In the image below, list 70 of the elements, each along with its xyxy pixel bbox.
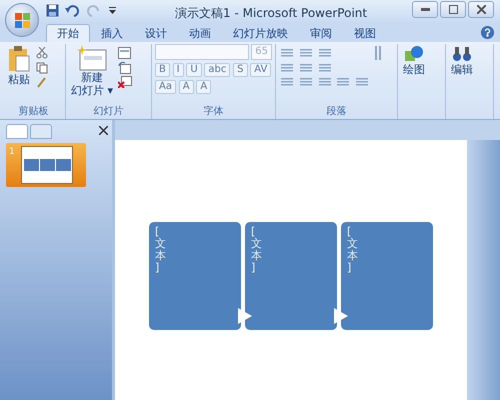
minimize-icon — [420, 8, 430, 11]
ribbon-tab[interactable]: 审阅 — [299, 24, 343, 42]
list-icon[interactable] — [316, 62, 332, 74]
shape-text: [文本] — [251, 226, 262, 274]
group-label: 段落 — [326, 105, 348, 119]
close-icon[interactable] — [99, 126, 108, 136]
close-icon — [476, 5, 486, 14]
reset-icon[interactable] — [118, 62, 132, 74]
list-icon[interactable] — [316, 46, 332, 59]
format-button[interactable]: A — [196, 80, 212, 94]
dropdown-icon[interactable] — [109, 7, 116, 14]
group-label: 幻灯片 — [92, 105, 124, 119]
window-title: 演示文稿1 - Microsoft PowerPoint — [175, 5, 368, 22]
format-button[interactable]: B — [155, 62, 170, 77]
drawing-button[interactable]: 绘图 — [401, 44, 427, 77]
shapes-icon — [404, 45, 424, 63]
ribbon-tab[interactable]: 幻灯片放映 — [222, 24, 299, 42]
ribbon-tab[interactable]: 开始 — [46, 24, 90, 42]
group-label: 剪贴板 — [18, 105, 50, 119]
list-icon[interactable] — [298, 62, 314, 74]
font-size-field[interactable]: 65 — [251, 44, 272, 60]
format-button[interactable]: A — [178, 80, 194, 94]
text-shape[interactable]: [文本] — [245, 222, 337, 330]
brush-icon[interactable] — [36, 76, 48, 88]
layout-icon[interactable] — [118, 46, 132, 59]
list-icon[interactable] — [298, 46, 314, 59]
maximize-icon — [448, 5, 458, 14]
ribbon-tab[interactable]: 插入 — [90, 24, 134, 42]
group-label: 字体 — [202, 105, 224, 119]
scissors-icon[interactable] — [36, 46, 48, 59]
binoculars-icon — [452, 45, 472, 63]
shape-text: [文本] — [155, 226, 166, 274]
align-icon[interactable] — [354, 76, 370, 88]
shape-text: [文本] — [347, 226, 358, 274]
align-icon[interactable] — [298, 76, 314, 88]
ribbon-tab[interactable]: 动画 — [178, 24, 222, 42]
ribbon-tab[interactable]: 设计 — [134, 24, 178, 42]
align-icon[interactable] — [335, 76, 352, 88]
slide-number: 1 — [9, 146, 16, 159]
copy-icon[interactable] — [36, 62, 48, 74]
text-shape[interactable]: [文本] — [149, 222, 241, 330]
maximize-button[interactable] — [440, 1, 466, 18]
panel-tab[interactable] — [30, 124, 52, 138]
save-icon[interactable] — [46, 4, 59, 17]
format-button[interactable]: U — [186, 62, 202, 77]
format-button[interactable]: abc — [204, 62, 230, 77]
clipboard-icon — [7, 45, 31, 73]
office-button[interactable] — [5, 3, 39, 37]
align-icon[interactable] — [316, 76, 332, 88]
undo-icon[interactable] — [65, 4, 81, 16]
close-button[interactable] — [468, 1, 494, 18]
align-icon[interactable] — [279, 76, 295, 88]
list-icon[interactable] — [279, 46, 295, 59]
office-logo — [15, 13, 31, 29]
new-slide-icon — [77, 45, 108, 71]
panel-tab[interactable] — [6, 124, 28, 138]
ribbon-tab[interactable]: 视图 — [343, 24, 387, 42]
paste-button[interactable]: 粘贴 — [5, 44, 33, 87]
new-slide-button[interactable]: 新建 幻灯片 ▾ — [69, 44, 116, 98]
format-button[interactable]: Aa — [155, 80, 176, 94]
minimize-button[interactable] — [412, 1, 438, 18]
editing-button[interactable]: 编辑 — [449, 44, 475, 77]
format-button[interactable]: S — [233, 62, 248, 77]
help-icon[interactable] — [481, 26, 494, 39]
delete-slide-icon[interactable] — [118, 76, 132, 88]
list-icon[interactable] — [279, 62, 295, 74]
font-name-field[interactable] — [155, 44, 249, 60]
format-button[interactable]: AV — [250, 62, 272, 77]
format-button[interactable]: I — [172, 62, 184, 77]
text-shape[interactable]: [文本] — [341, 222, 433, 330]
